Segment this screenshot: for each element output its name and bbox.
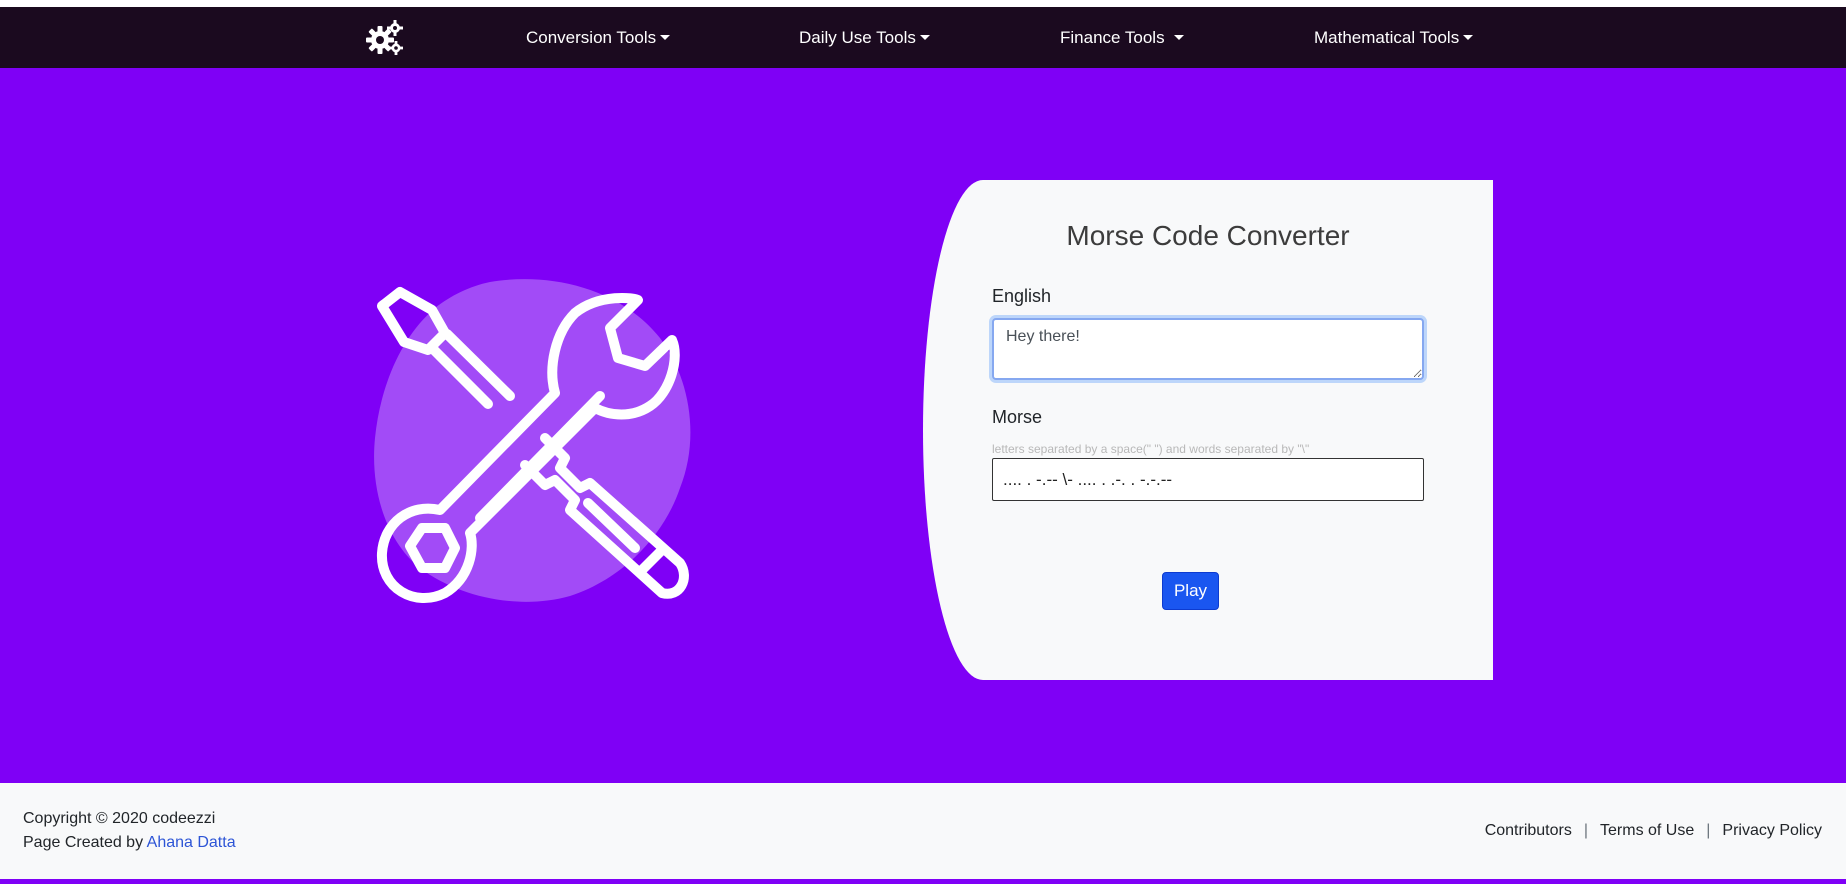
caret-down-icon	[1173, 35, 1184, 40]
bottom-strip	[0, 879, 1846, 884]
hero-section: Morse Code Converter English Hey there! …	[0, 68, 1846, 783]
morse-hint: letters separated by a space(" ") and wo…	[992, 442, 1310, 456]
created-by-text: Page Created by Ahana Datta	[23, 834, 236, 852]
caret-down-icon	[1463, 35, 1474, 40]
english-label: English	[992, 286, 1052, 306]
card-title: Morse Code Converter	[1066, 220, 1350, 251]
nav-conversion-tools-label: Conversion Tools	[526, 28, 657, 47]
contributors-link[interactable]: Contributors	[1485, 822, 1572, 839]
nav-finance-tools[interactable]: Finance Tools	[1060, 7, 1184, 68]
nav-conversion-tools[interactable]: Conversion Tools	[526, 7, 671, 68]
caret-down-icon	[660, 35, 671, 40]
nav-mathematical-tools-label: Mathematical Tools	[1314, 28, 1460, 47]
copyright-text: Copyright © 2020 codeezzi	[23, 810, 216, 827]
play-button[interactable]: Play	[1162, 572, 1219, 610]
nav-finance-tools-label: Finance Tools	[1060, 28, 1165, 47]
top-strip	[0, 0, 1846, 7]
morse-converter-card: Morse Code Converter English Hey there! …	[923, 180, 1493, 680]
privacy-policy-link[interactable]: Privacy Policy	[1722, 822, 1822, 839]
terms-of-use-link[interactable]: Terms of Use	[1600, 822, 1694, 839]
nav-daily-use-tools-label: Daily Use Tools	[799, 28, 916, 47]
footer: Copyright © 2020 codeezzi Page Created b…	[0, 783, 1846, 879]
created-by-prefix: Page Created by	[23, 834, 147, 851]
footer-separator: |	[1583, 822, 1589, 839]
morse-input[interactable]	[992, 458, 1424, 501]
nav-daily-use-tools[interactable]: Daily Use Tools	[799, 7, 930, 68]
caret-down-icon	[919, 35, 930, 40]
tools-icon	[374, 279, 691, 603]
nav-mathematical-tools[interactable]: Mathematical Tools	[1314, 7, 1474, 68]
gears-icon[interactable]	[366, 20, 404, 56]
navbar: Conversion Tools Daily Use Tools Finance…	[0, 7, 1846, 68]
english-input[interactable]: Hey there!	[992, 318, 1424, 380]
author-link[interactable]: Ahana Datta	[147, 834, 236, 851]
morse-label: Morse	[992, 407, 1043, 427]
footer-links: Contributors | Terms of Use | Privacy Policy	[1485, 822, 1822, 840]
footer-separator: |	[1706, 822, 1711, 839]
